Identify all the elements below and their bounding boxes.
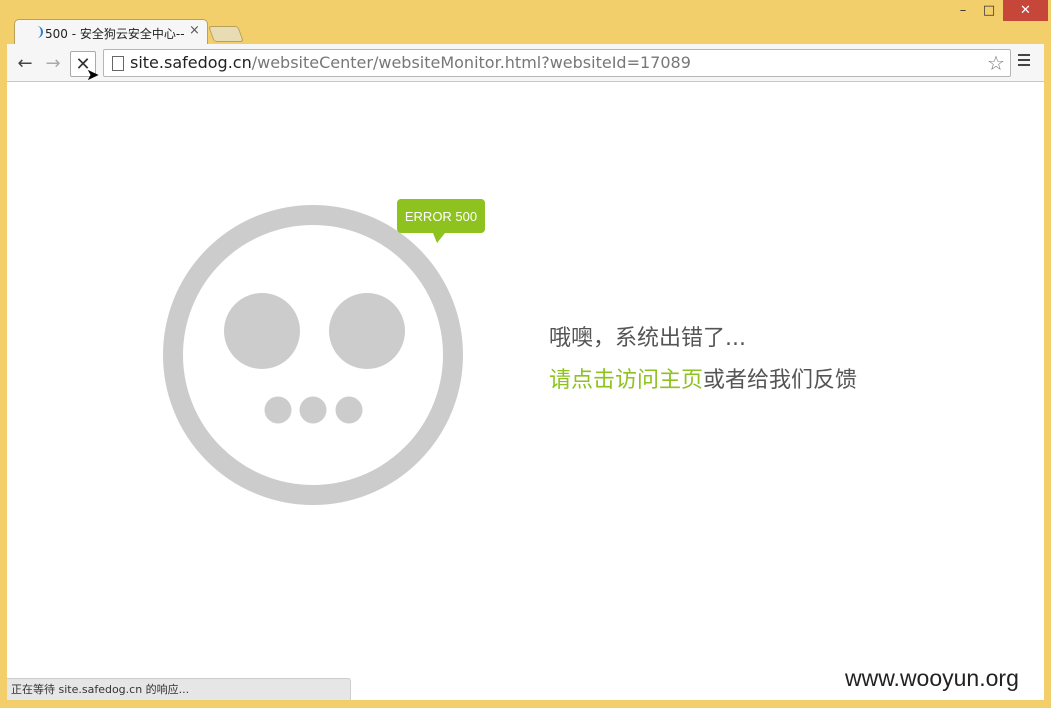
tab-close-icon[interactable]: × xyxy=(189,23,200,38)
error-help-line: 请点击访问主页或者给我们反馈 xyxy=(549,362,857,394)
browser-window: – □ ✕ 500 - 安全狗云安全中心-- × ← → ✕ ➤ site.sa… xyxy=(0,0,1051,708)
feedback-text: 或者给我们反馈 xyxy=(703,368,858,393)
menu-icon[interactable] xyxy=(1018,54,1030,69)
tab-title: 500 - 安全狗云安全中心-- xyxy=(45,27,185,41)
sad-face-illustration xyxy=(163,205,463,505)
right-eye xyxy=(329,293,405,369)
badge-tail xyxy=(433,233,445,243)
page-content: ERROR 500 哦噢，系统出错了... 请点击访问主页或者给我们反馈 xyxy=(7,82,1044,700)
error-message: 哦噢，系统出错了... xyxy=(549,326,746,351)
close-window-button[interactable]: ✕ xyxy=(1003,0,1048,21)
bookmark-star-icon[interactable]: ☆ xyxy=(987,51,1005,75)
page-icon xyxy=(112,56,124,71)
tab-active[interactable]: 500 - 安全狗云安全中心-- × xyxy=(14,19,208,46)
mouth-dot xyxy=(264,396,292,424)
forward-button[interactable]: → xyxy=(42,52,64,74)
new-tab-button[interactable] xyxy=(208,26,244,42)
back-button[interactable]: ← xyxy=(14,52,36,74)
homepage-link[interactable]: 请点击访问主页 xyxy=(549,368,703,393)
url-text[interactable]: site.safedog.cn/websiteCenter/websiteMon… xyxy=(130,53,691,72)
maximize-button[interactable]: □ xyxy=(976,0,1002,21)
watermark: www.wooyun.org xyxy=(845,665,1019,691)
mouth-dot xyxy=(299,396,327,424)
loading-spinner-icon xyxy=(31,26,43,38)
url-path: /websiteCenter/websiteMonitor.html?websi… xyxy=(251,53,691,72)
url-host: site.safedog.cn xyxy=(130,53,252,72)
mouth-dot xyxy=(335,396,363,424)
error-badge: ERROR 500 xyxy=(397,199,485,233)
left-eye xyxy=(224,293,300,369)
address-bar[interactable]: site.safedog.cn/websiteCenter/websiteMon… xyxy=(103,49,1011,77)
minimize-button[interactable]: – xyxy=(950,0,976,21)
status-bar: 正在等待 site.safedog.cn 的响应... xyxy=(7,678,351,700)
toolbar: ← → ✕ ➤ site.safedog.cn/websiteCenter/we… xyxy=(7,44,1044,84)
face-outline xyxy=(163,205,463,505)
